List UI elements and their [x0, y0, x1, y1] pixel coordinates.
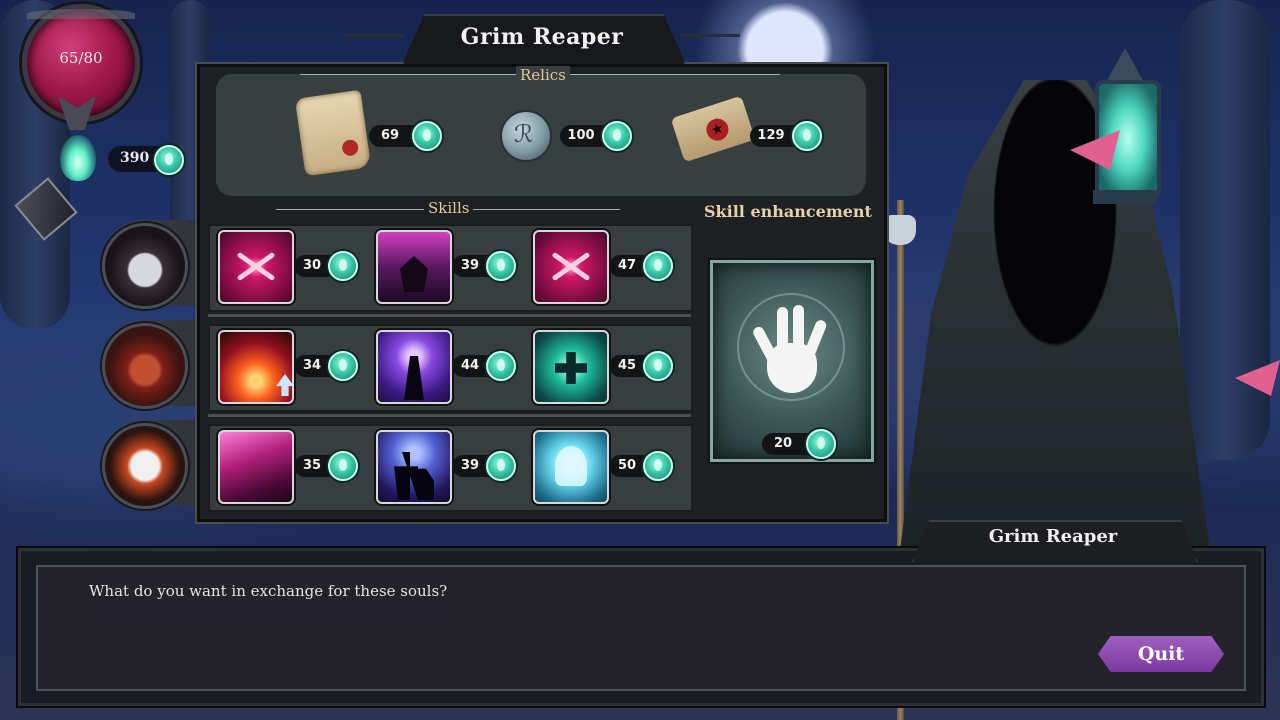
lantern-icon [1085, 30, 1165, 230]
health-value: 65/80 [59, 49, 103, 67]
soul-flame-icon [60, 135, 96, 181]
health-orb: 65/80 [22, 4, 140, 122]
speaker-name: Grim Reaper [988, 526, 1118, 547]
soul-coin-icon [643, 451, 673, 481]
quit-button[interactable]: Quit [1098, 636, 1224, 672]
soul-coin-icon [602, 121, 632, 151]
character-portrait-3[interactable] [102, 423, 188, 509]
crimson-slash-icon[interactable] [533, 230, 609, 304]
character-portrait-2[interactable] [102, 323, 188, 409]
soul-coin-icon [486, 251, 516, 281]
soul-coin-icon [486, 351, 516, 381]
soul-coin-icon [328, 251, 358, 281]
scroll-icon[interactable] [294, 89, 372, 177]
teal-cross-icon[interactable] [533, 330, 609, 404]
row-divider [208, 314, 691, 317]
spiral-hand-icon [751, 303, 828, 407]
character-portrait-1[interactable] [102, 223, 188, 309]
fire-burst-icon[interactable] [218, 330, 294, 404]
soul-coin-icon [328, 351, 358, 381]
skill-enhancement-label: Skill enhancement [704, 202, 872, 221]
medallion-icon[interactable] [500, 110, 552, 162]
soul-counter: 390 [108, 145, 184, 175]
void-pillar-icon[interactable] [376, 330, 452, 404]
quit-label: Quit [1137, 643, 1185, 665]
soul-coin-icon [806, 429, 836, 459]
dialog-text: What do you want in exchange for these s… [89, 582, 448, 600]
soul-count: 390 [120, 150, 150, 166]
soul-coin-icon [486, 451, 516, 481]
spirit-figures-icon[interactable] [376, 430, 452, 504]
background-tree [1180, 0, 1270, 460]
soul-coin-icon [643, 251, 673, 281]
crimson-slash-icon[interactable] [218, 230, 294, 304]
banner-ornament-left [345, 34, 405, 65]
ghost-skull-icon[interactable] [533, 430, 609, 504]
soul-coin-icon [792, 121, 822, 151]
relics-label: Relics [516, 66, 570, 84]
shadow-demon-icon[interactable] [376, 230, 452, 304]
skills-label: Skills [424, 199, 474, 217]
shop-title: Grim Reaper [460, 24, 624, 50]
pink-wave-icon[interactable] [218, 430, 294, 504]
soul-coin-icon [643, 351, 673, 381]
soul-coin-icon [328, 451, 358, 481]
skill-enhancement-card[interactable] [710, 260, 874, 462]
soul-coin-icon [154, 145, 184, 175]
row-divider [208, 414, 691, 417]
banner-ornament-right [680, 34, 740, 65]
soul-coin-icon [412, 121, 442, 151]
reaper-hand [884, 215, 916, 245]
